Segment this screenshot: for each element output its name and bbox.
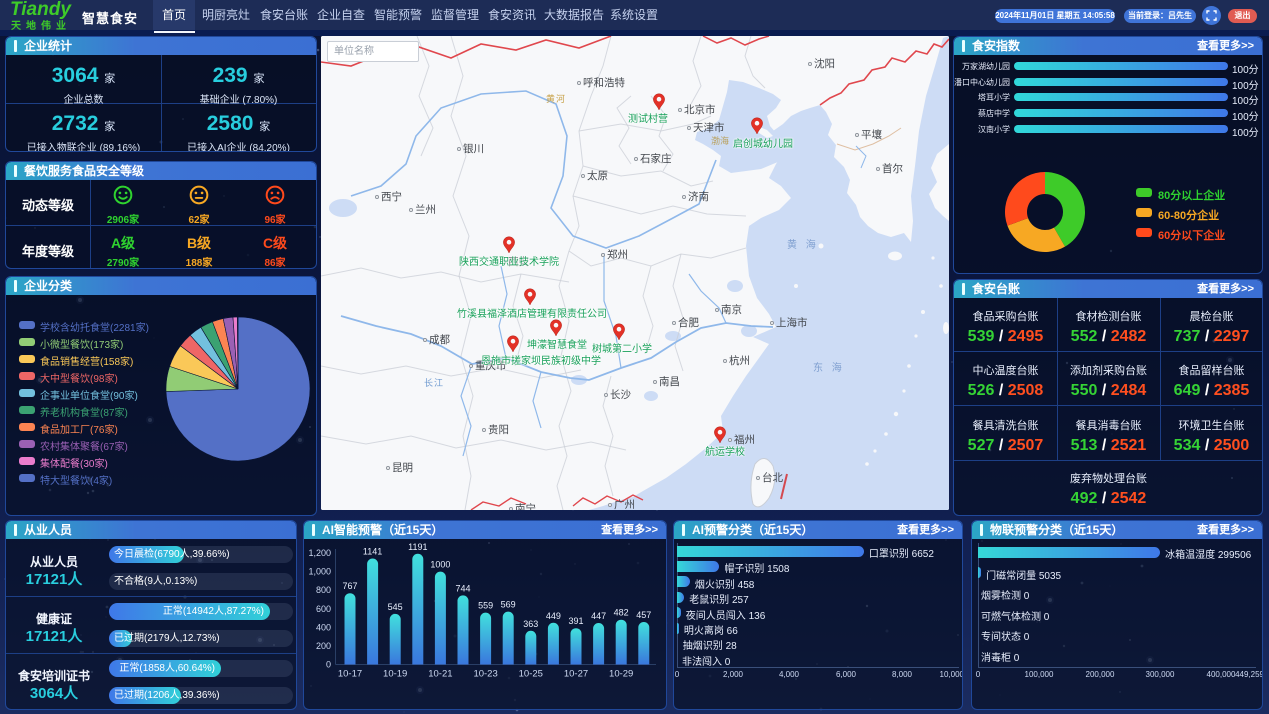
svg-text:400: 400: [316, 622, 331, 632]
svg-text:457: 457: [636, 610, 651, 620]
svg-text:447: 447: [591, 611, 606, 621]
svg-text:545: 545: [388, 602, 403, 612]
svg-text:800: 800: [316, 585, 331, 595]
svg-text:1141: 1141: [363, 547, 382, 557]
svg-text:1000: 1000: [430, 560, 450, 570]
svg-text:黄河: 黄河: [546, 93, 566, 104]
svg-text:0: 0: [326, 660, 331, 670]
svg-text:449: 449: [546, 611, 561, 621]
svg-text:长江: 长江: [424, 377, 444, 388]
svg-text:767: 767: [342, 581, 357, 591]
svg-text:10-29: 10-29: [609, 669, 633, 680]
svg-text:482: 482: [614, 608, 629, 618]
svg-text:1,000: 1,000: [308, 567, 331, 577]
svg-text:363: 363: [523, 619, 538, 629]
svg-text:744: 744: [455, 583, 470, 593]
svg-text:渤海: 渤海: [711, 135, 729, 146]
svg-text:10-23: 10-23: [473, 669, 497, 680]
svg-text:600: 600: [316, 604, 331, 614]
svg-text:黄 海: 黄 海: [787, 238, 819, 251]
svg-text:200: 200: [316, 641, 331, 651]
svg-text:10-25: 10-25: [519, 669, 543, 680]
svg-text:10-17: 10-17: [338, 669, 362, 680]
svg-text:东 海: 东 海: [813, 361, 845, 374]
svg-text:10-19: 10-19: [383, 669, 407, 680]
svg-text:569: 569: [501, 600, 516, 610]
svg-text:1,200: 1,200: [308, 548, 331, 558]
svg-text:391: 391: [568, 616, 583, 626]
svg-text:1191: 1191: [408, 542, 427, 552]
svg-text:10-27: 10-27: [564, 669, 588, 680]
svg-text:559: 559: [478, 601, 493, 611]
svg-text:10-21: 10-21: [428, 669, 452, 680]
